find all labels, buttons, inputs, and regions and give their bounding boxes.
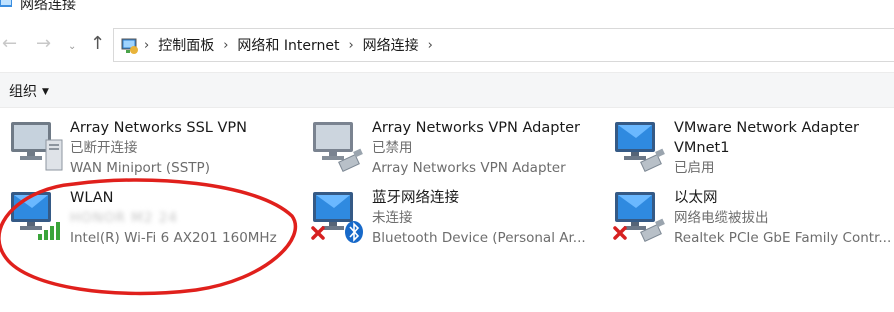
connection-name: 蓝牙网络连接	[372, 190, 459, 206]
connection-status: 网络电缆被拔出	[674, 210, 769, 226]
ethernet-adapter-icon	[613, 192, 665, 242]
breadcrumb-separator-icon[interactable]: ›	[348, 38, 353, 53]
connection-device: Realtek PCIe GbE Family Contr...	[674, 230, 892, 246]
network-adapter-icon	[615, 122, 665, 172]
address-bar[interactable]: › 控制面板 › 网络和 Internet › 网络连接 ›	[113, 28, 894, 62]
back-button[interactable]: ←	[2, 34, 17, 54]
navigation-bar: ← → ⌄ ↑ › 控制面板 › 网络和 Internet › 网络连接 ›	[0, 24, 894, 64]
connection-name: 以太网	[674, 190, 718, 206]
connection-name-line2: VMnet1	[674, 140, 730, 156]
command-bar: 组织 ▼	[0, 72, 894, 108]
organize-label: 组织	[9, 84, 37, 100]
recent-locations-chevron-down-icon[interactable]: ⌄	[68, 37, 76, 57]
breadcrumb-control-panel[interactable]: 控制面板	[158, 35, 214, 55]
network-connections-icon	[0, 0, 12, 7]
connection-status: 已启用	[674, 160, 715, 176]
breadcrumb-network-internet[interactable]: 网络和 Internet	[237, 35, 339, 55]
connection-name: Array Networks VPN Adapter	[372, 120, 581, 136]
breadcrumb-network-connections[interactable]: 网络连接	[363, 35, 419, 55]
connection-device: Array Networks VPN Adapter	[372, 160, 566, 176]
connection-ethernet[interactable]: 以太网 网络电缆被拔出 Realtek PCIe GbE Family Cont…	[612, 188, 894, 254]
connection-array-ssl-vpn[interactable]: Array Networks SSL VPN 已断开连接 WAN Minipor…	[8, 118, 298, 184]
forward-button[interactable]: →	[36, 34, 51, 54]
caret-down-icon: ▼	[42, 87, 49, 97]
network-adapter-disabled-icon	[313, 122, 363, 172]
connection-device: Bluetooth Device (Personal Ar...	[372, 230, 586, 246]
connection-name: Array Networks SSL VPN	[70, 120, 247, 136]
connection-vmware-vmnet1[interactable]: VMware Network Adapter VMnet1 已启用	[612, 118, 894, 184]
breadcrumb-separator-icon[interactable]: ›	[144, 38, 149, 53]
connection-status: 已禁用	[372, 140, 413, 156]
title-bar: 网络连接	[0, 0, 894, 16]
breadcrumb-separator-icon[interactable]: ›	[223, 38, 228, 53]
annotation-ellipse	[0, 178, 298, 296]
connection-status: 未连接	[372, 210, 413, 226]
bluetooth-adapter-icon	[311, 192, 363, 243]
organize-menu-button[interactable]: 组织 ▼	[9, 81, 49, 101]
connection-bluetooth[interactable]: 蓝牙网络连接 未连接 Bluetooth Device (Personal Ar…	[310, 188, 600, 254]
network-adapter-icon	[11, 122, 63, 171]
control-panel-icon	[121, 38, 138, 54]
up-button[interactable]: ↑	[90, 34, 105, 54]
breadcrumb: › 控制面板 › 网络和 Internet › 网络连接 ›	[144, 29, 442, 61]
connection-device: WAN Miniport (SSTP)	[70, 160, 210, 176]
breadcrumb-separator-icon[interactable]: ›	[428, 38, 433, 53]
window-title: 网络连接	[20, 0, 76, 13]
connection-status: 已断开连接	[70, 140, 138, 156]
connection-name: VMware Network Adapter	[674, 120, 860, 136]
connection-array-vpn-adapter[interactable]: Array Networks VPN Adapter 已禁用 Array Net…	[310, 118, 600, 184]
